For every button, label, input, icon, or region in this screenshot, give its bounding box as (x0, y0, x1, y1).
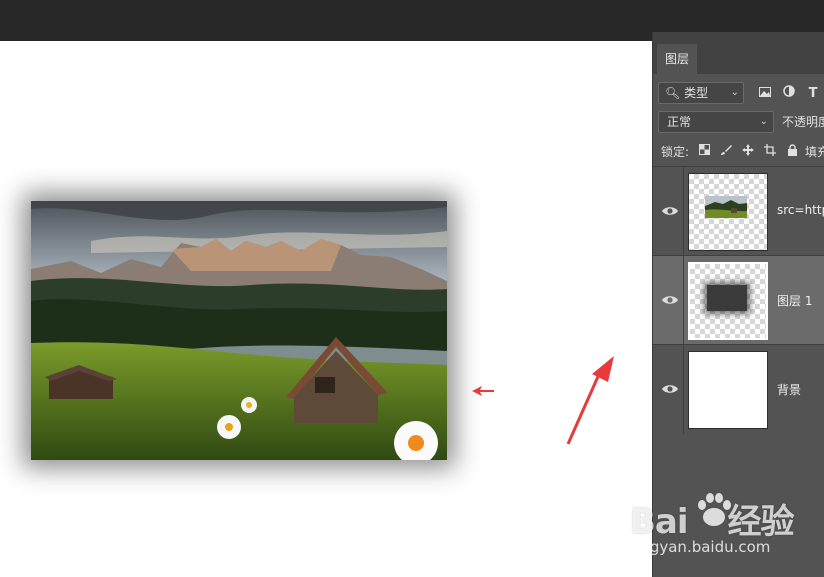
type-filter-icon[interactable]: T (805, 86, 821, 101)
canvas-landscape-image[interactable] (31, 201, 447, 460)
layer-name[interactable]: 图层 1 (777, 292, 812, 309)
layer-filter-dropdown[interactable]: 🔍︎ 类型 ⌄ (658, 82, 744, 104)
chevron-down-icon: ⌄ (730, 87, 739, 98)
annotation-arrow-up (566, 356, 614, 445)
visibility-column-divider (683, 256, 684, 345)
tab-layers[interactable]: 图层 (657, 44, 697, 74)
blend-mode-value: 正常 (667, 115, 692, 129)
annotation-arrow-left (472, 386, 494, 396)
lock-label: 锁定: (661, 144, 690, 159)
lock-brush-icon[interactable] (719, 144, 733, 159)
visibility-column-divider (683, 167, 684, 256)
lock-move-icon[interactable] (741, 143, 755, 159)
image-filter-icon[interactable] (757, 86, 773, 101)
layer-name[interactable]: 背景 (777, 381, 801, 398)
visibility-eye-icon[interactable] (661, 293, 679, 307)
layer-row-background[interactable]: 背景 (653, 344, 824, 434)
filter-type-label: 类型 (684, 86, 709, 100)
layer-name[interactable]: src=http... (777, 203, 824, 217)
layer-thumbnail (688, 173, 768, 251)
visibility-eye-icon[interactable] (661, 382, 679, 396)
layer-row-smart-object[interactable]: src=http... (653, 166, 824, 256)
visibility-column-divider (683, 345, 684, 434)
lock-all-icon[interactable] (785, 143, 799, 159)
layer-thumbnail (688, 351, 768, 429)
layer-thumbnail (688, 262, 768, 340)
lock-artboard-icon[interactable] (763, 143, 777, 159)
fill-label[interactable]: 填充 (805, 143, 824, 160)
opacity-label[interactable]: 不透明度 (782, 111, 824, 133)
panel-tab-bar: 图层 (653, 32, 824, 74)
landscape-image-art (31, 201, 447, 460)
layer-thumbnail-image (705, 196, 747, 218)
search-icon: 🔍︎ (665, 86, 681, 100)
lock-row: 锁定: 填充 (661, 141, 824, 161)
visibility-eye-icon[interactable] (661, 204, 679, 218)
filter-icon-group: T (757, 82, 821, 104)
lock-transparency-icon[interactable] (697, 144, 711, 158)
layer-row-layer-1[interactable]: 图层 1 (653, 255, 824, 345)
layers-panel: 图层 🔍︎ 类型 ⌄ T 正常 ⌄ 不透明度 锁定: (652, 32, 824, 577)
chevron-down-icon: ⌄ (759, 116, 768, 127)
blend-mode-dropdown[interactable]: 正常 ⌄ (658, 111, 774, 133)
layer-thumbnail-shadow-rect (707, 285, 747, 311)
adjustment-filter-icon[interactable] (781, 85, 797, 101)
